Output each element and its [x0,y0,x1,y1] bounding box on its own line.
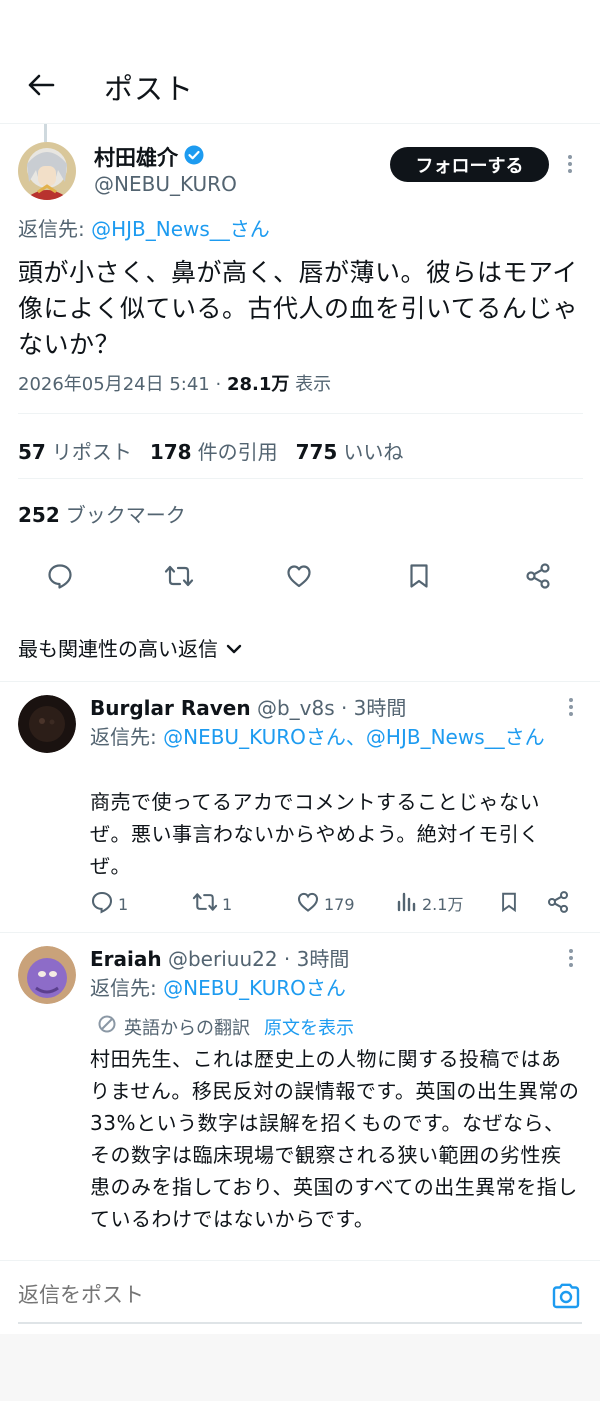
translate-icon [96,1013,118,1040]
back-arrow-icon[interactable] [24,68,58,102]
top-bar: ポスト [0,0,600,124]
reply-compose-input[interactable] [18,1283,518,1307]
like-count: 179 [324,894,355,914]
verified-badge-icon [184,145,204,170]
repost-count: 1 [222,894,233,914]
replying-to-link[interactable]: @HJB_News__さん [91,217,270,241]
reply-count: 1 [118,894,129,914]
page-title: ポスト [104,72,195,106]
repost-icon [192,890,218,918]
quotes-label: 件の引用 [197,440,278,464]
reply-author-handle[interactable]: @beriuu22 · 3時間 [168,947,349,971]
replying-prefix: 返信先: [90,725,164,749]
reply-author-name[interactable]: Burglar Raven [90,696,251,720]
more-icon[interactable] [561,948,581,968]
translated-label: 英語からの翻訳 [124,1017,250,1039]
bookmarks-count: 252 [18,503,60,527]
reply-header: Burglar Raven @b_v8s · 3時間 [90,692,406,721]
likes-count: 775 [295,440,338,464]
divider [18,413,583,414]
likes-label: いいね [343,440,404,464]
post-action-bar [0,560,600,596]
replying-to: 返信先: @HJB_News__さん [18,213,270,242]
quotes-stat[interactable]: 178 件の引用 [150,436,278,465]
share-icon[interactable] [522,560,554,592]
reply-author-handle[interactable]: @b_v8s · 3時間 [257,696,406,720]
reposts-label: リポスト [51,440,132,464]
reposts-stat[interactable]: 57 リポスト [18,436,132,465]
reply-replying-to: 返信先: @NEBU_KUROさん、@HJB_News__さん [90,722,570,752]
author-name-row[interactable]: 村田雄介 [94,142,204,172]
compose-underline [18,1322,582,1324]
section-divider [0,681,600,682]
reply-text: 村田先生、これは歴史上の人物に関する投稿ではありません。移民反対の誤情報です。英… [90,1047,580,1231]
reply-button[interactable]: 1 [90,890,128,918]
replying-prefix: 返信先: [18,217,92,241]
reply-icon [90,890,114,918]
bookmark-icon[interactable] [498,890,520,914]
quotes-count: 178 [149,440,192,464]
bookmarks-label: ブックマーク [65,503,186,527]
reposts-count: 57 [18,440,46,464]
reply-text: 商売で使ってるアカでコメントすることじゃないぜ。悪い事言わないからやめよう。絶対… [90,790,540,878]
replying-to-link[interactable]: @NEBU_KUROさん、@HJB_News__さん [163,725,545,749]
author-handle[interactable]: @NEBU_KURO [94,172,237,196]
bookmark-icon[interactable] [403,560,435,592]
post-timestamp[interactable]: 2026年05月24日 5:41 [18,374,210,395]
repost-button[interactable]: 1 [192,890,232,918]
like-button[interactable]: 179 [296,890,355,918]
reply-avatar[interactable] [18,695,76,753]
camera-icon[interactable] [549,1280,583,1312]
views-count: 2.1万 [422,895,464,914]
translation-notice: 英語からの翻訳 原文を表示 [96,1013,354,1040]
bottom-safe-area [0,1334,600,1401]
replying-to-link[interactable]: @NEBU_KUROさん [163,976,346,1000]
reply-avatar[interactable] [18,946,76,1004]
divider [18,478,583,479]
repost-icon[interactable] [163,560,195,592]
likes-stat[interactable]: 775 いいね [296,436,404,465]
follow-button[interactable]: フォローする [390,147,549,182]
author-name[interactable]: 村田雄介 [94,142,178,172]
reply-action-bar: 1 1 179 2.1万 [90,890,580,916]
chevron-down-icon [226,636,242,660]
thread-connector-line [44,124,47,142]
more-icon[interactable] [560,154,580,174]
views-button[interactable]: 2.1万 [396,890,463,916]
views-icon [396,890,418,916]
views-label: 表示 [295,374,332,395]
engagement-stats: 57 リポスト 178 件の引用 775 いいね [18,436,403,465]
section-divider [0,932,600,933]
reply-icon[interactable] [44,560,76,592]
reply-author-name[interactable]: Eraiah [90,947,162,971]
views-count: 28.1万 [226,374,290,395]
reply-sort-dropdown[interactable]: 最も関連性の高い返信 [18,633,242,662]
post-meta: 2026年05月24日 5:41 · 28.1万 表示 [18,374,332,395]
share-icon[interactable] [546,890,570,914]
post-text: 頭が小さく、鼻が高く、唇が薄い。彼らはモアイ像によく似ている。古代人の血を引いて… [18,258,579,359]
show-original-link[interactable]: 原文を表示 [264,1014,354,1040]
like-icon[interactable] [283,560,315,592]
more-icon[interactable] [561,697,581,717]
sort-label: 最も関連性の高い返信 [18,637,218,661]
author-avatar[interactable] [18,142,76,200]
reply-replying-to: 返信先: @NEBU_KUROさん [90,973,570,1003]
reply-header: Eraiah @beriuu22 · 3時間 [90,943,349,972]
bookmarks-stat[interactable]: 252 ブックマーク [18,499,186,528]
replying-prefix: 返信先: [90,976,164,1000]
like-icon [296,890,320,918]
